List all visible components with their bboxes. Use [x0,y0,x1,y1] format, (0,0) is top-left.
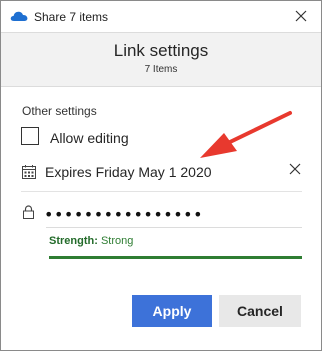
onedrive-cloud-icon [10,11,28,21]
allow-editing-checkbox[interactable] [21,127,39,145]
close-button[interactable] [281,1,321,31]
strength-value: Strong [100,235,134,247]
cancel-button[interactable]: Cancel [219,295,301,327]
strength-label: Strength: [49,235,98,247]
password-input[interactable] [44,204,299,224]
calendar-icon [22,165,36,179]
lock-icon [23,205,34,219]
expiry-date-field[interactable]: Expires Friday May 1 2020 [45,164,212,180]
clear-expiry-button[interactable] [284,158,306,180]
window-title: Share 7 items [34,10,109,24]
allow-editing-label[interactable]: Allow editing [50,130,129,146]
title-bar: Share 7 items [1,1,321,33]
password-strength: Strength: Strong [49,235,133,247]
divider [21,191,302,192]
page-title: Link settings [113,41,209,60]
close-icon [295,10,307,22]
clear-icon [289,163,301,175]
password-underline [46,227,302,228]
item-count: 7 Items [144,64,178,75]
apply-button[interactable]: Apply [132,295,212,327]
share-dialog: Share 7 items Link settings 7 Items Othe… [0,0,322,351]
dialog-header: Link settings 7 Items [1,32,321,87]
strength-bar [49,256,302,259]
section-label: Other settings [22,104,97,118]
